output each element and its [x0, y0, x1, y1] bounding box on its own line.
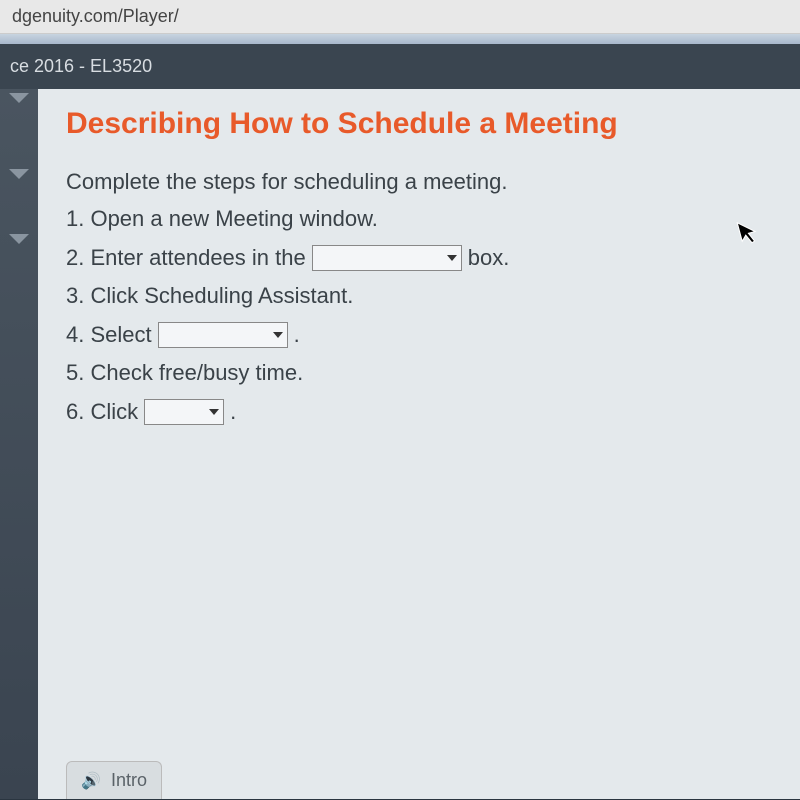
- step-5-text: 5. Check free/busy time.: [66, 354, 303, 393]
- step-6: 6. Click .: [66, 393, 772, 432]
- step-1-text: 1. Open a new Meeting window.: [66, 200, 378, 239]
- course-label: ce 2016 - EL3520: [10, 56, 152, 76]
- instruction-text: Complete the steps for scheduling a meet…: [66, 163, 772, 200]
- chevron-down-icon: [209, 409, 219, 415]
- click-dropdown[interactable]: [144, 399, 224, 425]
- attendees-dropdown[interactable]: [312, 245, 462, 271]
- collapse-marker-icon[interactable]: [9, 93, 29, 103]
- content-wrap: Describing How to Schedule a Meeting Com…: [0, 89, 800, 799]
- main-panel: Describing How to Schedule a Meeting Com…: [38, 89, 800, 799]
- chevron-down-icon: [447, 255, 457, 261]
- collapse-marker-icon[interactable]: [9, 234, 29, 244]
- step-3: 3. Click Scheduling Assistant.: [66, 277, 772, 316]
- step-6-pre: 6. Click: [66, 393, 138, 432]
- step-1: 1. Open a new Meeting window.: [66, 200, 772, 239]
- select-dropdown[interactable]: [158, 322, 288, 348]
- step-4: 4. Select .: [66, 316, 772, 355]
- step-4-post: .: [294, 316, 300, 355]
- step-2: 2. Enter attendees in the box.: [66, 239, 772, 278]
- left-gutter: [0, 89, 38, 799]
- step-2-pre: 2. Enter attendees in the: [66, 239, 306, 278]
- step-2-post: box.: [468, 239, 510, 278]
- collapse-marker-icon[interactable]: [9, 169, 29, 179]
- url-text: dgenuity.com/Player/: [12, 6, 179, 26]
- lesson-title: Describing How to Schedule a Meeting: [66, 107, 772, 141]
- intro-button[interactable]: Intro: [66, 761, 162, 799]
- intro-label: Intro: [111, 770, 147, 791]
- speaker-icon: [81, 771, 101, 791]
- chevron-down-icon: [273, 332, 283, 338]
- browser-address-bar[interactable]: dgenuity.com/Player/: [0, 0, 800, 34]
- step-5: 5. Check free/busy time.: [66, 354, 772, 393]
- course-nav-bar: ce 2016 - EL3520: [0, 44, 800, 89]
- step-4-pre: 4. Select: [66, 316, 152, 355]
- step-6-post: .: [230, 393, 236, 432]
- step-3-text: 3. Click Scheduling Assistant.: [66, 277, 353, 316]
- divider-bar: [0, 34, 800, 44]
